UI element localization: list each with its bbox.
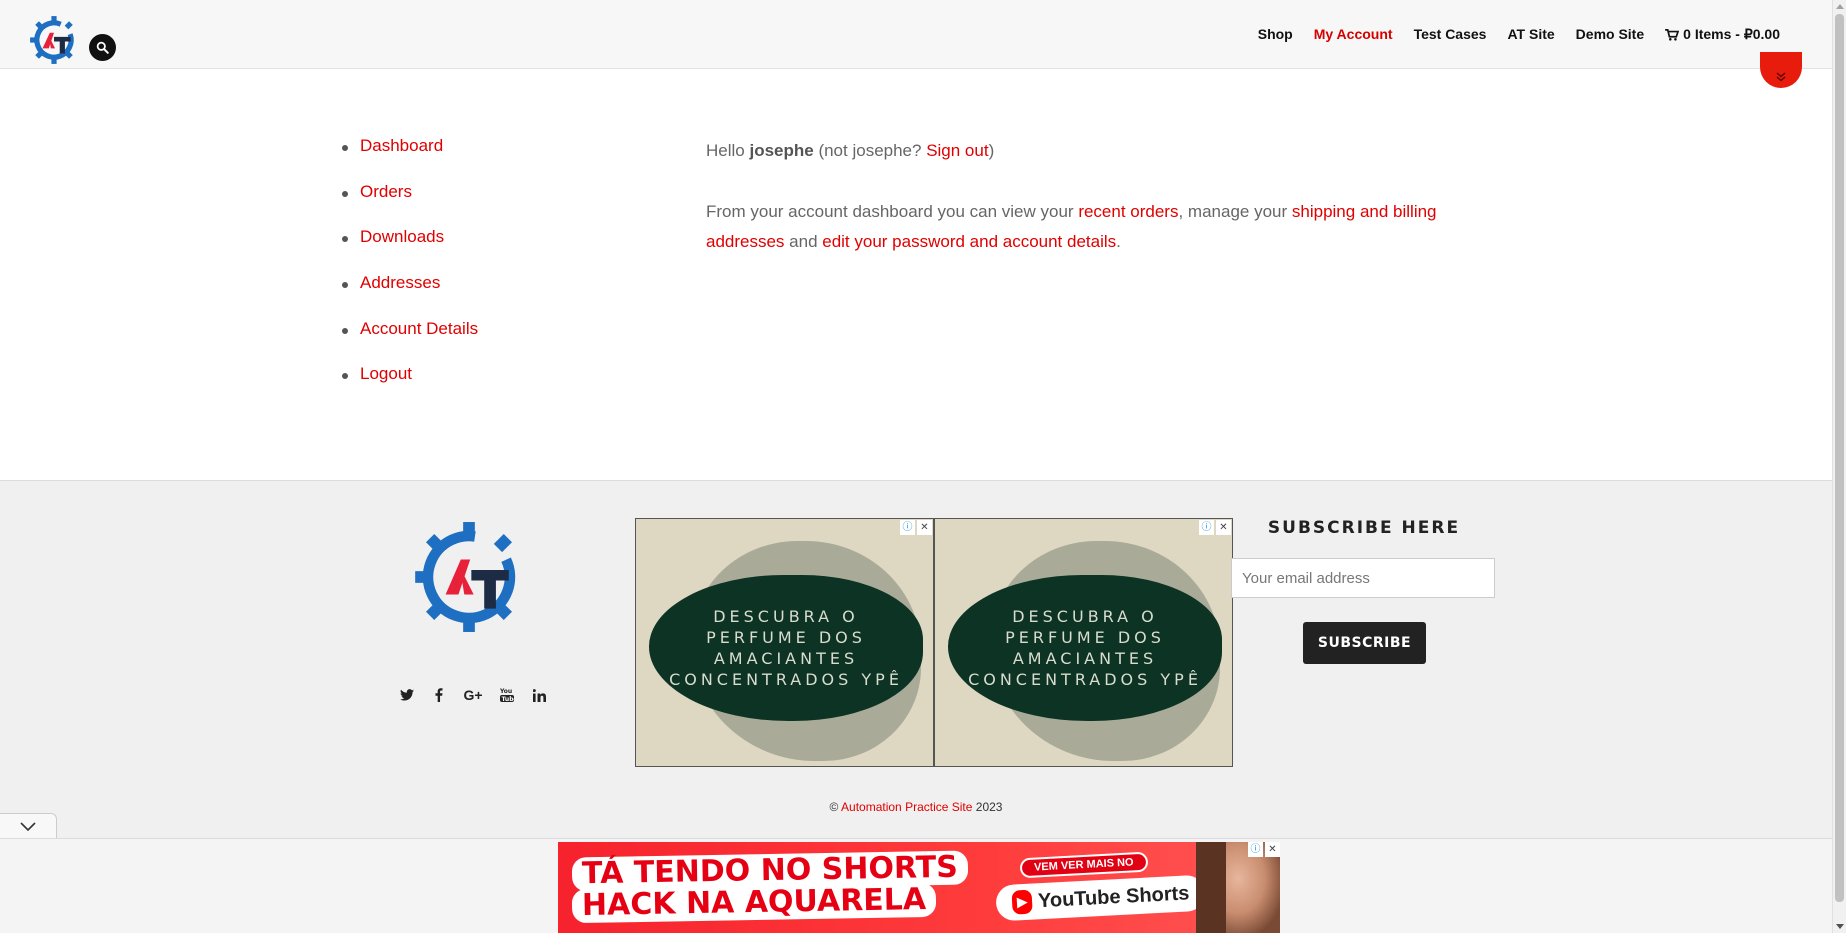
ad-controls: ⓘ ✕ <box>900 520 932 535</box>
nav-demo-site[interactable]: Demo Site <box>1576 26 1644 43</box>
scroll-up-arrow[interactable] <box>1836 4 1844 9</box>
youtube-shorts-badge: ▶ YouTube Shorts <box>995 874 1207 922</box>
double-chevron-down-icon <box>1776 72 1786 82</box>
search-button[interactable] <box>89 34 116 61</box>
greeting-close: ) <box>988 141 995 160</box>
greeting-paragraph: Hello josephe (not josephe? Sign out) <box>706 136 1446 166</box>
copyright-symbol: © <box>829 800 842 814</box>
account-nav-item: Account Details <box>342 319 478 365</box>
account-nav-downloads[interactable]: Downloads <box>360 227 444 246</box>
account-nav-addresses[interactable]: Addresses <box>360 273 440 292</box>
dashboard-text-2: , manage your <box>1178 202 1292 221</box>
account-dashboard-content: Hello josephe (not josephe? Sign out) Fr… <box>706 136 1446 288</box>
facebook-icon[interactable] <box>430 683 448 707</box>
ad-controls: ⓘ ✕ <box>1248 842 1280 857</box>
ad-text: DESCUBRA O PERFUME DOS AMACIANTES CONCEN… <box>948 575 1222 721</box>
nav-my-account[interactable]: My Account <box>1314 26 1393 43</box>
account-details-link[interactable]: edit your password and account details <box>822 232 1116 251</box>
ad-info-icon[interactable]: ⓘ <box>1248 842 1263 857</box>
scroll-down-button[interactable] <box>1760 52 1802 88</box>
google-plus-icon[interactable]: G+ <box>462 683 484 707</box>
linkedin-icon[interactable] <box>530 683 548 707</box>
copyright: © Automation Practice Site 2023 <box>0 800 1832 814</box>
svg-text:You: You <box>500 688 512 695</box>
dashboard-paragraph: From your account dashboard you can view… <box>706 197 1446 257</box>
ad-close-icon[interactable]: ✕ <box>917 520 932 535</box>
dashboard-text-4: . <box>1116 232 1121 251</box>
email-input[interactable] <box>1231 558 1495 598</box>
footer-ad-1[interactable]: DESCUBRA O PERFUME DOS AMACIANTES CONCEN… <box>635 518 934 767</box>
recent-orders-link[interactable]: recent orders <box>1078 202 1178 221</box>
search-icon <box>96 41 109 54</box>
collapse-banner-button[interactable] <box>0 813 57 839</box>
cart-label: 0 Items - ₽0.00 <box>1683 26 1780 42</box>
account-nav-account-details[interactable]: Account Details <box>360 319 478 338</box>
greeting-username: josephe <box>749 141 814 160</box>
nav-shop[interactable]: Shop <box>1258 26 1293 43</box>
main-nav: Shop My Account Test Cases AT Site Demo … <box>1258 26 1780 43</box>
chevron-down-icon <box>20 821 36 831</box>
nav-cart[interactable]: 0 Items - ₽0.00 <box>1665 26 1780 43</box>
scroll-down-arrow[interactable] <box>1836 924 1844 929</box>
ad-info-icon[interactable]: ⓘ <box>900 520 915 535</box>
ad-text: DESCUBRA O PERFUME DOS AMACIANTES CONCEN… <box>649 575 923 721</box>
dashboard-text-1: From your account dashboard you can view… <box>706 202 1079 221</box>
svg-text:Tube: Tube <box>502 696 515 703</box>
scrollbar-thumb[interactable] <box>1835 14 1844 902</box>
copyright-year: 2023 <box>972 800 1003 814</box>
greeting-not: (not josephe? <box>813 141 927 160</box>
youtube-icon[interactable]: YouTube <box>498 683 516 707</box>
account-nav-orders[interactable]: Orders <box>360 182 412 201</box>
subscribe-button[interactable]: SUBSCRIBE <box>1303 622 1426 664</box>
ad-close-icon[interactable]: ✕ <box>1265 842 1280 857</box>
sign-out-link[interactable]: Sign out <box>926 141 988 160</box>
page-scrollbar[interactable] <box>1832 0 1846 933</box>
account-nav-item: Logout <box>342 364 478 410</box>
twitter-icon[interactable] <box>398 683 416 707</box>
account-navigation: Dashboard Orders Downloads Addresses Acc… <box>342 136 478 410</box>
youtube-shorts-icon: ▶ <box>1011 889 1033 915</box>
copyright-link[interactable]: Automation Practice Site <box>841 800 972 814</box>
nav-test-cases[interactable]: Test Cases <box>1414 26 1487 43</box>
social-links: G+ YouTube <box>398 683 548 707</box>
site-logo[interactable] <box>28 14 80 66</box>
cart-icon <box>1665 28 1680 41</box>
account-nav-item: Addresses <box>342 273 478 319</box>
site-header: Shop My Account Test Cases AT Site Demo … <box>0 0 1832 69</box>
account-nav-item: Orders <box>342 182 478 228</box>
footer-logo[interactable] <box>410 515 528 639</box>
account-nav-item: Downloads <box>342 227 478 273</box>
nav-at-site[interactable]: AT Site <box>1507 26 1554 43</box>
banner-headline-2: HACK NA AQUARELA <box>571 882 937 924</box>
youtube-shorts-label: YouTube Shorts <box>1037 881 1190 912</box>
greeting-hello: Hello <box>706 141 750 160</box>
ad-controls: ⓘ ✕ <box>1199 520 1231 535</box>
subscribe-title: SUBSCRIBE HERE <box>1267 518 1461 538</box>
account-nav-dashboard[interactable]: Dashboard <box>360 136 443 155</box>
dashboard-text-3: and <box>784 232 823 251</box>
banner-watch-label: VEM VER MAIS NO <box>1019 851 1149 879</box>
account-nav-item: Dashboard <box>342 136 478 182</box>
ad-info-icon[interactable]: ⓘ <box>1199 520 1214 535</box>
ad-close-icon[interactable]: ✕ <box>1216 520 1231 535</box>
account-nav-logout[interactable]: Logout <box>360 364 412 383</box>
footer-ad-2[interactable]: DESCUBRA O PERFUME DOS AMACIANTES CONCEN… <box>934 518 1233 767</box>
bottom-ad-banner[interactable]: TÁ TENDO NO SHORTS HACK NA AQUARELA VEM … <box>558 842 1280 933</box>
